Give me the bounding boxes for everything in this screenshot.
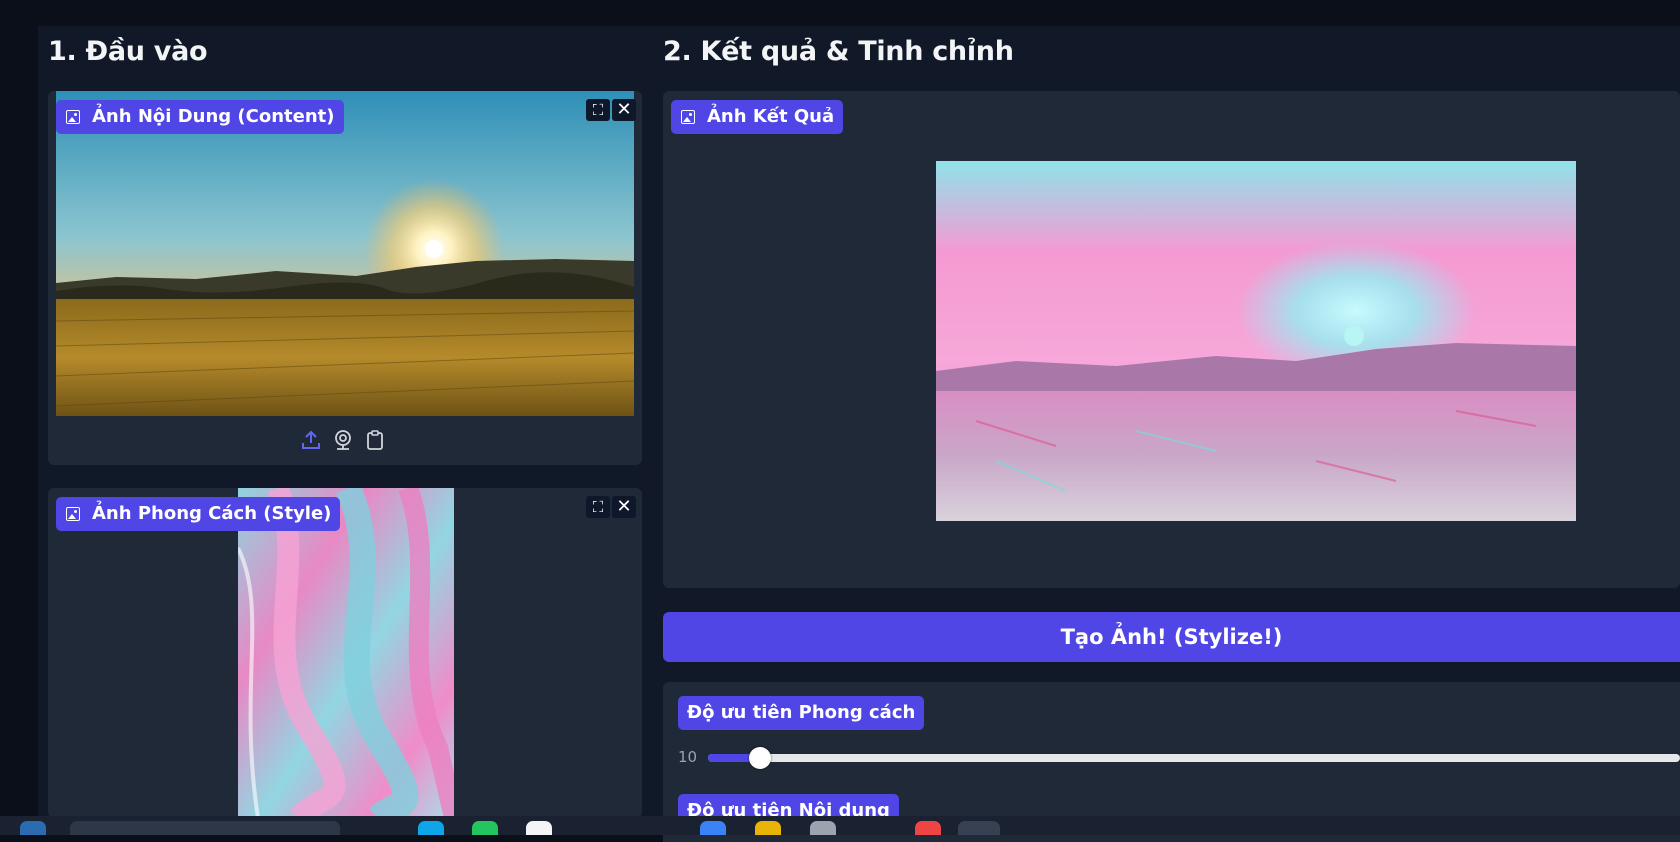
style-image-label: Ảnh Phong Cách (Style)	[56, 497, 341, 531]
style-image-panel[interactable]: Ảnh Phong Cách (Style) ⛶ ✕	[48, 488, 642, 818]
close-icon[interactable]: ✕	[612, 99, 636, 121]
taskbar-app-icon[interactable]	[472, 821, 498, 835]
style-image	[238, 488, 454, 818]
taskbar-app-icon[interactable]	[810, 821, 836, 835]
result-image	[936, 161, 1576, 521]
result-section-heading: 2. Kết quả & Tinh chỉnh	[663, 36, 1014, 67]
style-weight-slider[interactable]	[708, 754, 1680, 762]
content-image-panel[interactable]: Ảnh Nội Dung (Content) ⛶ ✕	[48, 91, 642, 465]
taskbar-app-icon[interactable]	[700, 821, 726, 835]
stylize-button[interactable]: Tạo Ảnh! (Stylize!)	[663, 612, 1680, 662]
image-icon	[681, 110, 695, 124]
os-taskbar	[0, 816, 1680, 835]
taskbar-app-icon[interactable]	[915, 821, 941, 835]
taskbar-app-icon[interactable]	[755, 821, 781, 835]
content-image	[56, 91, 634, 416]
taskbar-app-icon[interactable]	[526, 821, 552, 835]
fullscreen-icon[interactable]: ⛶	[586, 99, 610, 121]
style-weight-label: Độ ưu tiên Phong cách	[678, 696, 925, 730]
taskbar-app-icon[interactable]	[958, 821, 1000, 835]
taskbar-search[interactable]	[70, 821, 340, 835]
result-image-label: Ảnh Kết Quả	[671, 100, 844, 134]
taskbar-app-icon[interactable]	[418, 821, 444, 835]
image-icon	[66, 110, 80, 124]
input-section-heading: 1. Đầu vào	[48, 36, 208, 67]
browser-top-strip	[0, 0, 1680, 26]
close-icon[interactable]: ✕	[612, 496, 636, 518]
app-container: 1. Đầu vào 2. Kết quả & Tinh chỉnh Ảnh N…	[38, 26, 1680, 842]
webcam-icon[interactable]	[332, 429, 354, 451]
start-icon[interactable]	[20, 821, 46, 835]
style-weight-value: 10	[678, 748, 698, 766]
image-icon	[66, 507, 80, 521]
clipboard-icon[interactable]	[364, 429, 386, 451]
content-image-label: Ảnh Nội Dung (Content)	[56, 100, 344, 134]
style-weight-slider-thumb[interactable]	[749, 747, 771, 769]
result-image-panel: Ảnh Kết Quả	[663, 91, 1680, 588]
fullscreen-icon[interactable]: ⛶	[586, 496, 610, 518]
upload-icon[interactable]	[300, 429, 322, 451]
